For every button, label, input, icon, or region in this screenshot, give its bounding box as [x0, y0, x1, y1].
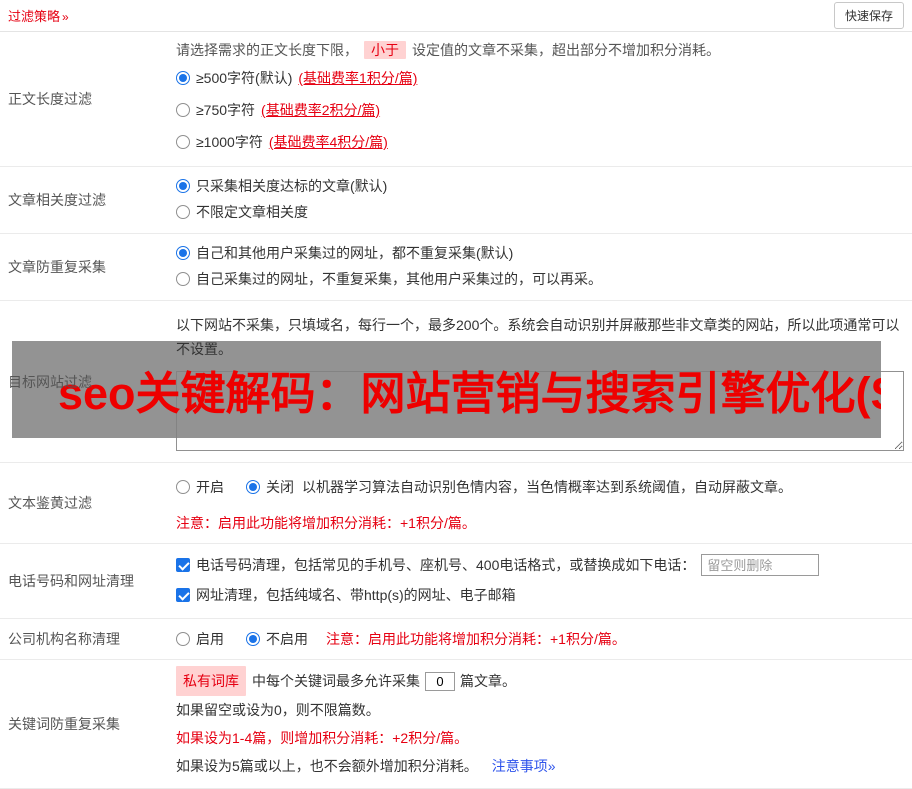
option-label: 网址清理，包括纯域名、带http(s)的网址、电子邮箱 — [196, 587, 516, 603]
option-relevance-any[interactable]: 不限定文章相关度 — [176, 199, 904, 225]
option-1000-chars[interactable]: ≥1000字符 (基础费率4积分/篇) — [176, 126, 904, 158]
target-sites-description: 以下网站不采集，只填域名，每行一个，最多200个。系统会自动识别并屏蔽那些非文章… — [176, 317, 900, 357]
radio-relevance-only[interactable] — [176, 179, 190, 193]
company-cleanup-cost-note: 注意：启用此功能将增加积分消耗：+1积分/篇。 — [326, 631, 626, 647]
option-label: 电话号码清理，包括常见的手机号、座机号、400电话格式，或替换成如下电话： — [196, 557, 696, 573]
radio-porn-filter-off[interactable] — [246, 480, 260, 494]
keyword-note-five-plus-text: 如果设为5篇或以上，也不会额外增加积分消耗。 — [176, 758, 478, 774]
radio-dedup-all-users[interactable] — [176, 246, 190, 260]
page-title-text: 过滤策略 — [8, 9, 61, 24]
option-750-chars[interactable]: ≥750字符 (基础费率2积分/篇) — [176, 94, 904, 126]
option-rate-note: (基础费率1积分/篇) — [298, 70, 418, 86]
section-label: 目标网站过滤 — [8, 373, 92, 390]
porn-filter-description: 以机器学习算法自动识别色情内容，当色情概率达到系统阈值，自动屏蔽文章。 — [302, 479, 792, 495]
section-content: 自己和其他用户采集过的网址，都不重复采集(默认) 自己采集过的网址，不重复采集，… — [174, 234, 912, 300]
max-articles-input[interactable] — [425, 671, 455, 691]
section-label: 正文长度过滤 — [8, 91, 92, 107]
keyword-limit-text: 中每个关键词最多允许采集 — [252, 673, 420, 689]
option-label: 只采集相关度达标的文章(默认) — [196, 178, 388, 194]
url-cleanup-option[interactable]: 网址清理，包括纯域名、带http(s)的网址、电子邮箱 — [176, 580, 904, 610]
checkbox-phone-cleanup[interactable] — [176, 558, 190, 572]
porn-filter-cost-note: 注意：启用此功能将增加积分消耗：+1积分/篇。 — [176, 515, 476, 531]
section-content: 只采集相关度达标的文章(默认) 不限定文章相关度 — [174, 167, 912, 233]
section-content: 私有词库 中每个关键词最多允许采集 篇文章。 如果留空或设为0，则不限篇数。 如… — [174, 660, 912, 788]
top-bar: 过滤策略» 快速保存 — [0, 0, 912, 32]
section-content: 请选择需求的正文长度下限， 小于 设定值的文章不采集，超出部分不增加积分消耗。 ≥5… — [174, 32, 912, 166]
replacement-phone-input[interactable] — [701, 554, 820, 576]
section-content: 电话号码清理，包括常见的手机号、座机号、400电话格式，或替换成如下电话： 网址… — [174, 544, 912, 618]
section-porn-filter: 文本鉴黄过滤 开启 关闭 以机器学习算法自动识别色情内容，当色情概率达到系统阈值… — [0, 463, 912, 544]
keyword-note-five-plus: 如果设为5篇或以上，也不会额外增加积分消耗。 注意事项» — [176, 752, 904, 780]
section-label: 文章相关度过滤 — [8, 192, 106, 208]
quick-save-button[interactable]: 快速保存 — [833, 2, 904, 29]
intro-suffix: 设定值的文章不采集，超出部分不增加积分消耗。 — [412, 42, 720, 58]
section-keyword-dedup: 关键词防重复采集 私有词库 中每个关键词最多允许采集 篇文章。 如果留空或设为0… — [0, 660, 912, 789]
section-label: 电话号码和网址清理 — [8, 573, 134, 589]
section-content: 开启 关闭 以机器学习算法自动识别色情内容，当色情概率达到系统阈值，自动屏蔽文章… — [174, 463, 912, 543]
section-company-name-cleanup: 公司机构名称清理 启用 不启用 注意：启用此功能将增加积分消耗：+1积分/篇。 — [0, 619, 912, 660]
radio-dedup-self-only[interactable] — [176, 272, 190, 286]
double-chevron-icon: » — [547, 758, 556, 774]
keyword-limit-line: 私有词库 中每个关键词最多允许采集 篇文章。 — [176, 666, 904, 696]
option-500-chars[interactable]: ≥500字符(默认) (基础费率1积分/篇) — [176, 62, 904, 94]
intro-prefix: 请选择需求的正文长度下限， — [176, 42, 358, 58]
option-label: ≥1000字符 — [196, 134, 263, 150]
option-label: 开启 — [196, 479, 224, 495]
section-body-length-filter: 正文长度过滤 请选择需求的正文长度下限， 小于 设定值的文章不采集，超出部分不增加积… — [0, 32, 912, 167]
option-label: ≥750字符 — [196, 102, 256, 118]
private-lexicon-chip: 私有词库 — [176, 666, 246, 696]
body-length-intro: 请选择需求的正文长度下限， 小于 设定值的文章不采集，超出部分不增加积分消耗。 — [176, 38, 904, 62]
option-label: 启用 — [196, 631, 224, 647]
section-label: 文本鉴黄过滤 — [8, 495, 92, 511]
radio-750-chars[interactable] — [176, 103, 190, 117]
section-relevance-filter: 文章相关度过滤 只采集相关度达标的文章(默认) 不限定文章相关度 — [0, 167, 912, 234]
section-content: 启用 不启用 注意：启用此功能将增加积分消耗：+1积分/篇。 — [174, 619, 912, 659]
section-label: 公司机构名称清理 — [8, 631, 120, 647]
notes-link-text: 注意事项 — [491, 758, 548, 774]
section-label: 文章防重复采集 — [8, 259, 106, 275]
page-title: 过滤策略» — [8, 6, 69, 25]
phone-cleanup-option[interactable]: 电话号码清理，包括常见的手机号、座机号、400电话格式，或替换成如下电话： — [176, 550, 904, 580]
radio-porn-filter-on[interactable] — [176, 480, 190, 494]
option-label: 自己采集过的网址，不重复采集，其他用户采集过的，可以再采。 — [196, 271, 602, 287]
option-rate-note: (基础费率2积分/篇) — [261, 102, 381, 118]
radio-company-cleanup-off[interactable] — [246, 632, 260, 646]
radio-1000-chars[interactable] — [176, 135, 190, 149]
radio-500-chars[interactable] — [176, 71, 190, 85]
option-dedup-all-users[interactable]: 自己和其他用户采集过的网址，都不重复采集(默认) — [176, 240, 904, 266]
company-cleanup-options: 启用 不启用 注意：启用此功能将增加积分消耗：+1积分/篇。 — [176, 627, 904, 651]
option-label: 自己和其他用户采集过的网址，都不重复采集(默认) — [196, 245, 514, 261]
option-label: ≥500字符(默认) — [196, 70, 293, 86]
intro-highlight: 小于 — [364, 41, 406, 59]
checkbox-url-cleanup[interactable] — [176, 588, 190, 602]
porn-filter-options: 开启 关闭 以机器学习算法自动识别色情内容，当色情概率达到系统阈值，自动屏蔽文章… — [176, 475, 904, 499]
option-relevance-only[interactable]: 只采集相关度达标的文章(默认) — [176, 173, 904, 199]
radio-company-cleanup-on[interactable] — [176, 632, 190, 646]
notes-link[interactable]: 注意事项» — [492, 752, 556, 780]
option-label: 不限定文章相关度 — [196, 204, 308, 220]
section-phone-url-cleanup: 电话号码和网址清理 电话号码清理，包括常见的手机号、座机号、400电话格式，或替… — [0, 544, 912, 619]
option-label: 关闭 — [266, 479, 294, 495]
radio-relevance-any[interactable] — [176, 205, 190, 219]
keyword-note-cost: 如果设为1-4篇，则增加积分消耗：+2积分/篇。 — [176, 730, 469, 746]
section-label: 关键词防重复采集 — [8, 716, 120, 732]
section-dedup-collection: 文章防重复采集 自己和其他用户采集过的网址，都不重复采集(默认) 自己采集过的网… — [0, 234, 912, 301]
double-chevron-icon[interactable]: » — [62, 10, 69, 24]
keyword-limit-suffix: 篇文章。 — [460, 673, 516, 689]
option-label: 不启用 — [266, 631, 308, 647]
keyword-note-unlimited: 如果留空或设为0，则不限篇数。 — [176, 702, 380, 718]
option-dedup-self-only[interactable]: 自己采集过的网址，不重复采集，其他用户采集过的，可以再采。 — [176, 266, 904, 292]
option-rate-note: (基础费率4积分/篇) — [268, 134, 388, 150]
